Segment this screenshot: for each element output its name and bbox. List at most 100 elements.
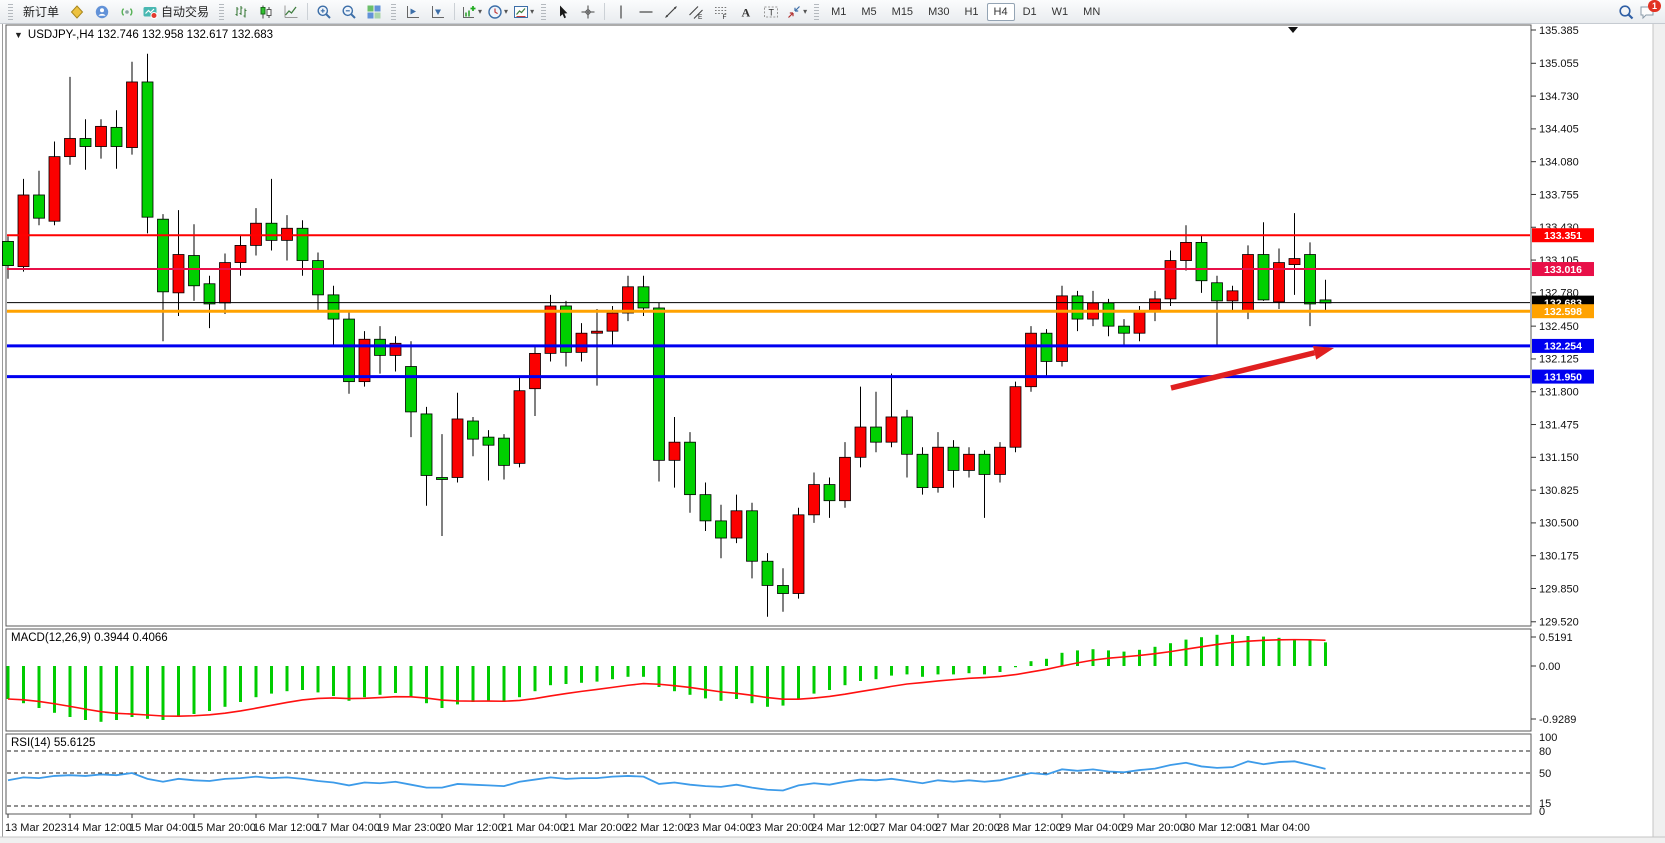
text-label-button[interactable]: T xyxy=(759,2,783,22)
candle xyxy=(1289,259,1300,265)
time-tick-label: 29 Mar 04:00 xyxy=(1059,822,1124,834)
time-tick-label: 16 Mar 12:00 xyxy=(253,822,318,834)
zoom-out-button[interactable] xyxy=(337,2,361,22)
candle-chart-button[interactable] xyxy=(254,2,278,22)
timeframe-M30-button[interactable]: M30 xyxy=(921,3,956,21)
indicator-window-remove-button[interactable] xyxy=(426,2,450,22)
fibonacci-button[interactable]: F xyxy=(709,2,733,22)
community-button[interactable] xyxy=(90,2,114,22)
price-tick-label: 130.175 xyxy=(1539,550,1579,562)
candle xyxy=(142,82,153,217)
signals-button[interactable] xyxy=(115,2,139,22)
timeframe-MN-button[interactable]: MN xyxy=(1076,3,1107,21)
time-tick-label: 24 Mar 12:00 xyxy=(811,822,876,834)
symbol-ohlc-text: USDJPY-,H4 132.746 132.958 132.617 132.6… xyxy=(28,29,273,41)
candle xyxy=(902,417,913,454)
candle xyxy=(1305,255,1316,304)
timeframe-D1-button[interactable]: D1 xyxy=(1016,3,1044,21)
svg-text:T: T xyxy=(769,7,775,17)
chart-template-icon xyxy=(513,4,529,20)
cursor-button[interactable] xyxy=(551,2,575,22)
candle xyxy=(995,447,1006,474)
trend-line-icon xyxy=(663,4,679,20)
text-button[interactable]: A xyxy=(734,2,758,22)
indicator-window-button[interactable] xyxy=(401,2,425,22)
time-tick-label: 21 Mar 20:00 xyxy=(563,822,628,834)
candle xyxy=(871,427,882,442)
vertical-line-button[interactable] xyxy=(609,2,633,22)
candle xyxy=(344,319,355,382)
bottom-margin xyxy=(0,837,1665,843)
candle xyxy=(607,313,618,331)
svg-text:E: E xyxy=(698,14,703,20)
zoom-in-button[interactable] xyxy=(312,2,336,22)
timeframe-M1-button[interactable]: M1 xyxy=(824,3,853,21)
equidistant-channel-button[interactable]: E xyxy=(684,2,708,22)
price-tick-label: 131.150 xyxy=(1539,452,1579,464)
toolbar-separator xyxy=(604,3,605,20)
period-clock-button[interactable]: ▾ xyxy=(485,2,510,22)
auto-trading-label: 自动交易 xyxy=(158,3,212,20)
search-button[interactable] xyxy=(1614,2,1638,22)
macd-scale-label: 0.5191 xyxy=(1539,632,1573,644)
bar-chart-button[interactable] xyxy=(229,2,253,22)
candle xyxy=(964,454,975,470)
candle xyxy=(592,331,603,333)
chart-template-button[interactable]: ▾ xyxy=(511,2,536,22)
price-tick-label: 134.405 xyxy=(1539,124,1579,136)
price-tick-label: 131.800 xyxy=(1539,387,1579,399)
trend-line-button[interactable] xyxy=(659,2,683,22)
candle xyxy=(948,447,959,470)
price-level-tag-label: 131.950 xyxy=(1544,371,1582,383)
chevron-down-icon: ▾ xyxy=(504,7,508,16)
toolbar: 新订单自动交易▾▾▾EFAT▾M1M5M15M30H1H4D1W1MN1 xyxy=(0,0,1665,24)
new-order-button[interactable]: 新订单 xyxy=(18,2,64,22)
price-tick-label: 130.500 xyxy=(1539,518,1579,530)
text-icon: A xyxy=(738,4,754,20)
candle xyxy=(1165,261,1176,299)
timeframe-M15-button[interactable]: M15 xyxy=(885,3,920,21)
candle xyxy=(111,127,122,146)
arrow-tools-button[interactable]: ▾ xyxy=(784,2,809,22)
price-tick-label: 129.850 xyxy=(1539,583,1579,595)
timeframe-W1-button[interactable]: W1 xyxy=(1045,3,1076,21)
candle xyxy=(809,485,820,515)
timeframe-H4-button[interactable]: H4 xyxy=(987,3,1015,21)
candle xyxy=(700,495,711,521)
candle xyxy=(437,477,448,479)
candle xyxy=(747,511,758,561)
chart-canvas: 135.385135.055134.730134.405134.080133.7… xyxy=(0,24,1665,843)
candle xyxy=(421,414,432,476)
timeframe-H1-button[interactable]: H1 xyxy=(957,3,985,21)
auto-trading-button[interactable]: 自动交易 xyxy=(140,2,214,22)
notification-badge: 1 xyxy=(1648,0,1661,12)
time-tick-label: 13 Mar 2023 xyxy=(5,822,67,834)
candle xyxy=(1134,311,1145,333)
line-chart-button[interactable] xyxy=(279,2,303,22)
price-level-tag-label: 132.254 xyxy=(1544,341,1582,353)
fibonacci-icon: F xyxy=(713,4,729,20)
chart-window: ▼ USDJPY-,H4 132.746 132.958 132.617 132.… xyxy=(0,24,1665,843)
candle xyxy=(685,442,696,494)
candle xyxy=(979,454,990,474)
market-button[interactable] xyxy=(65,2,89,22)
tile-windows-button[interactable] xyxy=(362,2,386,22)
crosshair-button[interactable] xyxy=(576,2,600,22)
timeframe-M5-button[interactable]: M5 xyxy=(854,3,883,21)
price-tick-label: 132.125 xyxy=(1539,354,1579,366)
candle xyxy=(840,457,851,500)
tile-windows-icon xyxy=(366,4,382,20)
horizontal-line-button[interactable] xyxy=(634,2,658,22)
search-icon xyxy=(1618,4,1634,20)
add-indicator-button[interactable]: ▾ xyxy=(459,2,484,22)
crosshair-icon xyxy=(580,4,596,20)
chat-button[interactable]: 1 xyxy=(1639,4,1655,20)
zoom-in-icon xyxy=(316,4,332,20)
price-tick-label: 132.450 xyxy=(1539,321,1579,333)
candle xyxy=(328,295,339,319)
period-clock-icon xyxy=(487,4,503,20)
time-tick-label: 30 Mar 12:00 xyxy=(1183,822,1248,834)
chart-collapse-icon[interactable]: ▼ xyxy=(14,30,23,40)
svg-text:A: A xyxy=(742,5,751,19)
candle xyxy=(654,308,665,460)
